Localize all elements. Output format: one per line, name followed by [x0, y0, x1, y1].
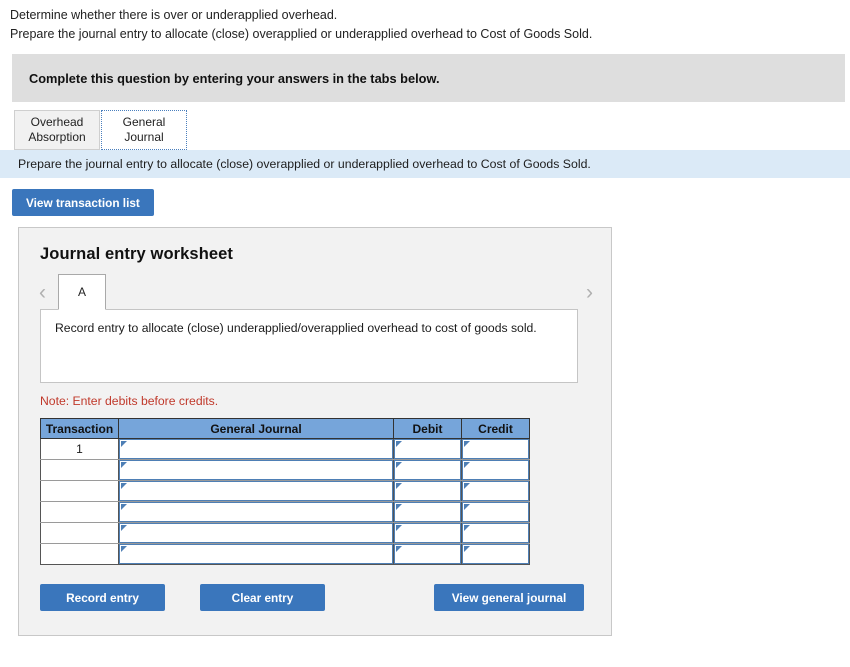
- table-row: [40, 459, 530, 481]
- debit-cell[interactable]: [393, 501, 462, 523]
- instruction-banner-text: Complete this question by entering your …: [29, 70, 440, 86]
- view-transaction-list-button[interactable]: View transaction list: [12, 189, 154, 216]
- tab-overhead-absorption-label-line2: Absorption: [28, 130, 86, 144]
- transaction-number-cell: 1: [40, 438, 119, 460]
- general-journal-cell[interactable]: [118, 480, 394, 502]
- chevron-right-icon[interactable]: ›: [586, 282, 593, 303]
- account-name-input-5[interactable]: [119, 523, 393, 543]
- credit-cell[interactable]: [461, 522, 530, 544]
- account-name-input-1[interactable]: [119, 439, 393, 459]
- general-journal-cell[interactable]: [118, 501, 394, 523]
- column-header-debit: Debit: [393, 418, 462, 439]
- account-name-input-6[interactable]: [119, 544, 393, 564]
- debit-input-6[interactable]: [394, 544, 461, 564]
- tab-overhead-absorption[interactable]: Overhead Absorption: [14, 110, 100, 150]
- clear-entry-button[interactable]: Clear entry: [200, 584, 325, 611]
- journal-entry-worksheet-panel: Journal entry worksheet ‹ A › Record ent…: [18, 227, 612, 636]
- credit-input-2[interactable]: [462, 460, 529, 480]
- account-name-input-2[interactable]: [119, 460, 393, 480]
- question-intro: Determine whether there is over or under…: [0, 0, 850, 44]
- credit-cell[interactable]: [461, 459, 530, 481]
- credit-input-4[interactable]: [462, 502, 529, 522]
- column-header-transaction: Transaction: [40, 418, 119, 439]
- entry-description-text: Record entry to allocate (close) underap…: [55, 321, 537, 335]
- tab-overhead-absorption-label-line1: Overhead: [30, 115, 84, 129]
- tab-general-journal-label-line1: General: [122, 115, 166, 129]
- tab-instruction-text: Prepare the journal entry to allocate (c…: [18, 157, 591, 171]
- record-entry-button[interactable]: Record entry: [40, 584, 165, 611]
- credit-input-3[interactable]: [462, 481, 529, 501]
- entry-tab-a[interactable]: A: [58, 274, 106, 310]
- debit-input-1[interactable]: [394, 439, 461, 459]
- debit-cell[interactable]: [393, 438, 462, 460]
- credit-cell[interactable]: [461, 543, 530, 565]
- debits-before-credits-note: Note: Enter debits before credits.: [40, 394, 219, 408]
- worksheet-entry-pager: ‹ A ›: [19, 274, 611, 310]
- general-journal-cell[interactable]: [118, 522, 394, 544]
- table-header-row: Transaction General Journal Debit Credit: [40, 418, 530, 439]
- credit-cell[interactable]: [461, 501, 530, 523]
- view-general-journal-button[interactable]: View general journal: [434, 584, 584, 611]
- intro-line-2: Prepare the journal entry to allocate (c…: [10, 27, 593, 41]
- credit-cell[interactable]: [461, 438, 530, 460]
- general-journal-cell[interactable]: [118, 543, 394, 565]
- column-header-credit: Credit: [461, 418, 530, 439]
- table-row: [40, 501, 530, 523]
- instruction-banner: Complete this question by entering your …: [12, 54, 845, 102]
- general-journal-cell[interactable]: [118, 459, 394, 481]
- credit-cell[interactable]: [461, 480, 530, 502]
- tab-general-journal[interactable]: General Journal: [101, 110, 187, 150]
- answer-tabs: Overhead Absorption General Journal: [14, 110, 850, 150]
- table-row: 1: [40, 438, 530, 460]
- column-header-general-journal: General Journal: [118, 418, 394, 439]
- worksheet-action-buttons: Record entry Clear entry View general jo…: [19, 584, 611, 624]
- table-row: [40, 522, 530, 544]
- debit-input-3[interactable]: [394, 481, 461, 501]
- chevron-left-icon[interactable]: ‹: [39, 282, 46, 303]
- entry-description-box: Record entry to allocate (close) underap…: [40, 309, 578, 383]
- debit-input-2[interactable]: [394, 460, 461, 480]
- worksheet-title: Journal entry worksheet: [40, 245, 234, 263]
- debit-cell[interactable]: [393, 459, 462, 481]
- table-row: [40, 480, 530, 502]
- account-name-input-4[interactable]: [119, 502, 393, 522]
- intro-line-1: Determine whether there is over or under…: [10, 8, 338, 22]
- debit-cell[interactable]: [393, 543, 462, 565]
- transaction-number-cell: [40, 522, 119, 544]
- debit-cell[interactable]: [393, 480, 462, 502]
- transaction-number-cell: [40, 480, 119, 502]
- credit-input-1[interactable]: [462, 439, 529, 459]
- table-row: [40, 543, 530, 565]
- credit-input-5[interactable]: [462, 523, 529, 543]
- account-name-input-3[interactable]: [119, 481, 393, 501]
- general-journal-cell[interactable]: [118, 438, 394, 460]
- transaction-number-cell: [40, 459, 119, 481]
- transaction-number-cell: [40, 501, 119, 523]
- journal-entry-table: Transaction General Journal Debit Credit…: [40, 418, 530, 565]
- transaction-number-cell: [40, 543, 119, 565]
- tab-instruction-bar: Prepare the journal entry to allocate (c…: [0, 150, 850, 178]
- debit-cell[interactable]: [393, 522, 462, 544]
- credit-input-6[interactable]: [462, 544, 529, 564]
- debit-input-4[interactable]: [394, 502, 461, 522]
- tab-general-journal-label-line2: Journal: [124, 130, 164, 144]
- debit-input-5[interactable]: [394, 523, 461, 543]
